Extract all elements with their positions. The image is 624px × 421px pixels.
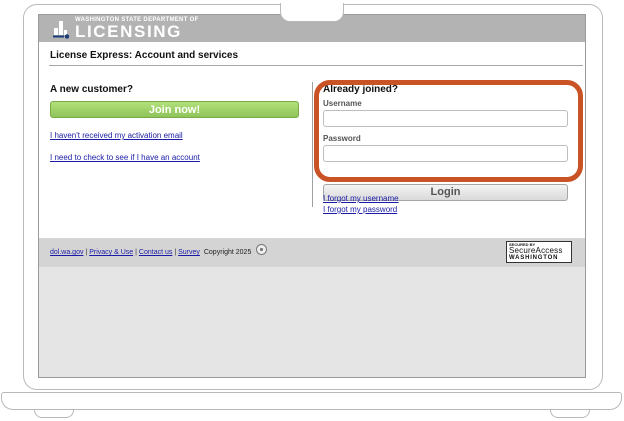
forgot-password-link[interactable]: I forgot my password [323, 205, 397, 214]
password-label: Password [323, 134, 361, 143]
page-title: License Express: Account and services [50, 50, 239, 61]
check-account-link[interactable]: I need to check to see if I have an acco… [50, 153, 200, 162]
username-label: Username [323, 99, 362, 108]
login-panel: License Express: Account and services A … [39, 42, 585, 267]
laptop-screen: WASHINGTON STATE DEPARTMENT OF LICENSING… [38, 14, 586, 378]
title-divider [49, 65, 583, 66]
laptop-base [1, 392, 622, 410]
laptop-camera-notch [280, 3, 344, 22]
username-input[interactable] [323, 110, 568, 127]
activation-email-link[interactable]: I haven't received my activation email [50, 131, 183, 140]
footer-link-privacy[interactable]: Privacy & Use [89, 249, 133, 256]
laptop-foot-left [34, 410, 74, 418]
forgot-username-link[interactable]: I forgot my username [323, 194, 399, 203]
footer-separator: | [174, 249, 177, 256]
footer-bar: dol.wa.gov | Privacy & Use | Contact us … [39, 238, 585, 267]
footer-link-dol[interactable]: dol.wa.gov [50, 249, 83, 256]
footer-separator: | [135, 249, 137, 256]
footer-link-survey[interactable]: Survey [178, 249, 200, 256]
new-customer-heading: A new customer? [50, 84, 133, 95]
copyright-text: Copyright 2025 [203, 249, 252, 256]
already-joined-heading: Already joined? [323, 84, 399, 95]
badge-bottom-text: WASHINGTON [509, 255, 559, 261]
badge-mid-text: SecureAccess [509, 246, 563, 255]
laptop-foot-right [550, 410, 590, 418]
footer-link-contact[interactable]: Contact us [139, 249, 172, 256]
password-input[interactable] [323, 145, 568, 162]
footer-separator: | [85, 249, 88, 256]
agency-name: LICENSING [75, 22, 182, 41]
dol-logo-icon [53, 21, 70, 39]
column-divider [312, 82, 313, 207]
footer-links: dol.wa.gov | Privacy & Use | Contact us … [50, 249, 251, 256]
join-now-button[interactable]: Join now! [50, 101, 299, 118]
lock-icon [256, 244, 267, 255]
secure-access-badge[interactable]: SECURED BY SecureAccess WASHINGTON [506, 241, 572, 263]
